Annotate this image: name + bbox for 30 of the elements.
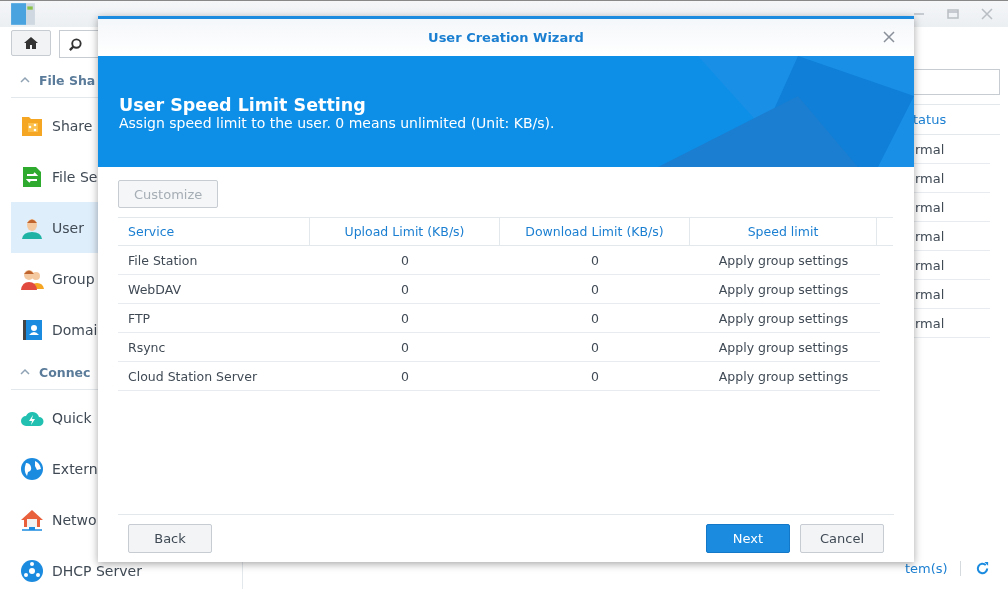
table-cell-text: WebDAV	[127, 280, 182, 299]
table-cell-text: FTP	[127, 309, 152, 328]
table-cell-text: 0	[400, 280, 410, 299]
table-cell-text: Rsync	[127, 338, 167, 357]
table-cell: rmal	[915, 257, 945, 273]
table-cell-text: Apply group settings	[717, 309, 850, 328]
dialog-title: User Creation Wizard	[428, 30, 584, 45]
table-cell-text: 0	[590, 309, 600, 328]
table-cell-text: 0	[400, 338, 410, 357]
table-cell-text: Apply group settings	[717, 338, 850, 357]
table-cell: rmal	[915, 170, 945, 186]
table-cell: rmal	[915, 315, 945, 331]
table-cell-text: Apply group settings	[717, 367, 850, 386]
table-cell-text: 0	[590, 251, 600, 270]
table-cell-text: 0	[400, 309, 410, 328]
table-cell-text: 0	[400, 367, 410, 386]
table-cell-text: Apply group settings	[717, 251, 850, 270]
page-description: Assign speed limit to the user. 0 means unlimited (Unit: KB/s).	[119, 114, 555, 131]
table-cell-text: Cloud Station Server	[127, 367, 259, 386]
page-heading: User Speed Limit Setting	[119, 94, 367, 115]
table-cell-text: 0	[590, 367, 600, 386]
table-cell: rmal	[915, 228, 945, 244]
table-cell: rmal	[915, 141, 945, 157]
table-cell-text: File Station	[127, 251, 199, 270]
table-cell: rmal	[915, 199, 945, 215]
table-cell-text: Apply group settings	[717, 280, 850, 299]
table-cell-text: 0	[400, 251, 410, 270]
table-cell-text: 0	[590, 280, 600, 299]
table-cell: rmal	[915, 286, 945, 302]
table-cell-text: 0	[590, 338, 600, 357]
